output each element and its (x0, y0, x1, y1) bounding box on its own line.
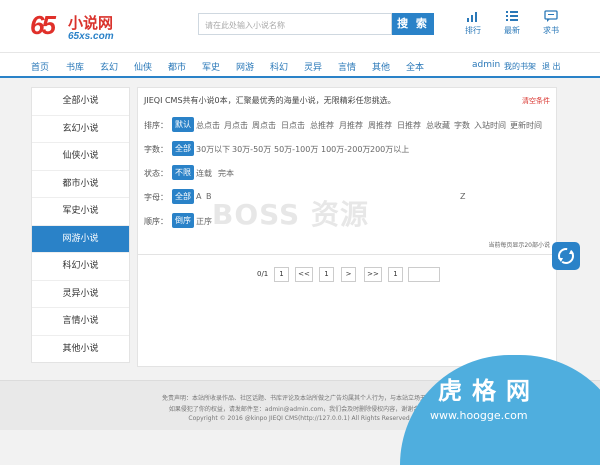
sort-filter-row: 排序： 默认 总点击 月点击 周点击 日点击 总推荐 月推荐 周推荐 日推荐 总… (138, 116, 558, 136)
sort-option[interactable]: 总收藏 (426, 120, 450, 131)
status-option[interactable]: 连载 (196, 168, 212, 179)
refresh-float-button[interactable] (552, 242, 580, 270)
page-button[interactable]: 1 (388, 267, 403, 282)
letter-option[interactable]: Z (460, 192, 465, 201)
nav-item[interactable]: 仙侠 (134, 60, 152, 73)
words-label: 字数： (144, 145, 168, 154)
brand-badge-url: www.hoogge.com (430, 409, 528, 422)
refresh-icon (558, 248, 574, 264)
filter-panel: JIEQI CMS共有小说0本，汇聚最优秀的海量小说，无限精彩任您挑选。 清空条… (137, 87, 557, 255)
page-info: 0/1 (257, 270, 269, 278)
last-page-button[interactable]: >> (364, 267, 382, 282)
page-button[interactable]: 1 (274, 267, 289, 282)
words-option[interactable]: 30万以下 (196, 144, 230, 155)
search-input[interactable]: 请在此处输入小说名称 (198, 13, 392, 35)
sidebar-item-junshi[interactable]: 军史小说 (32, 198, 129, 226)
logo-number: 65 (30, 10, 56, 40)
per-page-info: 当前每页显示20部小说 (488, 242, 550, 249)
words-option[interactable]: 200万以上 (370, 144, 409, 155)
sort-option[interactable]: 更新时间 (510, 120, 542, 131)
letter-option[interactable]: A (196, 192, 201, 201)
logo-title: 小说网 (68, 14, 114, 32)
site-announcement: JIEQI CMS共有小说0本，汇聚最优秀的海量小说，无限精彩任您挑选。 (144, 96, 396, 105)
nav-item[interactable]: 全本 (406, 60, 424, 73)
status-label: 状态： (144, 169, 168, 178)
sort-option[interactable]: 总点击 (196, 120, 220, 131)
sort-option[interactable]: 日推荐 (397, 120, 421, 131)
nav-item[interactable]: 书库 (66, 60, 84, 73)
latest-link[interactable]: 最新 (497, 10, 527, 36)
words-filter-row: 字数： 全部 30万以下 30万-50万 50万-100万 100万-200万 … (138, 140, 558, 160)
next-page-button[interactable]: > (341, 267, 356, 282)
sort-label: 排序： (144, 121, 168, 130)
status-option[interactable]: 完本 (218, 168, 234, 179)
nav-item[interactable]: 玄幻 (100, 60, 118, 73)
letter-label: 字母： (144, 193, 168, 202)
words-option[interactable]: 100万-200万 (321, 144, 370, 155)
logo-domain: 65xs.com (68, 31, 114, 42)
sort-option[interactable]: 月推荐 (339, 120, 363, 131)
nav-item[interactable]: 首页 (31, 60, 49, 73)
status-option[interactable]: 不限 (172, 165, 194, 180)
first-page-button[interactable]: << (295, 267, 313, 282)
words-option[interactable]: 30万-50万 (232, 144, 271, 155)
latest-label: 最新 (504, 26, 520, 35)
sidebar-item-xuanhuan[interactable]: 玄幻小说 (32, 116, 129, 143)
search-button[interactable]: 搜 索 (392, 13, 434, 35)
sort-option[interactable]: 总推荐 (310, 120, 334, 131)
nav-item[interactable]: 军史 (202, 60, 220, 73)
bar-chart-icon (467, 12, 477, 22)
nav-item[interactable]: 网游 (236, 60, 254, 73)
chat-icon (544, 10, 558, 22)
site-header: 65 小说网 65xs.com 请在此处输入小说名称 搜 索 排行 最新 求书 (0, 0, 600, 52)
brand-badge: 虎格网 www.hoogge.com (400, 355, 600, 465)
sort-option[interactable]: 入站时间 (474, 120, 506, 131)
main-nav: 首页 书库 玄幻 仙侠 都市 军史 网游 科幻 灵异 言情 其他 全本 admi… (0, 52, 600, 78)
page-jump-input[interactable] (408, 267, 440, 282)
logout-link[interactable]: 退 出 (542, 61, 561, 72)
words-option[interactable]: 50万-100万 (274, 144, 318, 155)
letter-option[interactable]: 全部 (172, 189, 194, 204)
request-book-label: 求书 (543, 26, 559, 35)
sidebar-item-xianxia[interactable]: 仙侠小说 (32, 143, 129, 171)
sidebar-item-all[interactable]: 全部小说 (32, 88, 129, 116)
page-button[interactable]: 1 (319, 267, 334, 282)
list-icon (506, 11, 518, 21)
order-label: 顺序： (144, 217, 168, 226)
site-logo[interactable]: 65 小说网 65xs.com (30, 8, 120, 44)
request-book-link[interactable]: 求书 (536, 10, 566, 36)
nav-item[interactable]: 言情 (338, 60, 356, 73)
clear-filters-link[interactable]: 清空条件 (522, 96, 550, 106)
nav-item[interactable]: 其他 (372, 60, 390, 73)
sort-option[interactable]: 默认 (172, 117, 194, 132)
status-filter-row: 状态： 不限 连载 完本 (138, 164, 558, 184)
bookshelf-link[interactable]: 我的书架 (504, 61, 536, 72)
brand-badge-title: 虎格网 (438, 377, 540, 405)
nav-item[interactable]: 科幻 (270, 60, 288, 73)
sidebar-item-qita[interactable]: 其他小说 (32, 336, 129, 364)
sort-option[interactable]: 日点击 (281, 120, 305, 131)
sidebar-item-lingyi[interactable]: 灵异小说 (32, 281, 129, 308)
sort-option[interactable]: 周点击 (252, 120, 276, 131)
sort-option[interactable]: 字数 (454, 120, 470, 131)
category-sidebar: 全部小说 玄幻小说 仙侠小说 都市小说 军史小说 网游小说 科幻小说 灵异小说 … (31, 87, 130, 363)
nav-item[interactable]: 灵异 (304, 60, 322, 73)
pagination: 0/1 1 << 1 > >> 1 (137, 255, 557, 367)
order-option[interactable]: 倒序 (172, 213, 194, 228)
words-option[interactable]: 全部 (172, 141, 194, 156)
order-filter-row: 顺序： 倒序 正序 (138, 212, 558, 232)
sidebar-item-dushi[interactable]: 都市小说 (32, 171, 129, 198)
letter-option[interactable]: B (206, 192, 212, 201)
sort-option[interactable]: 月点击 (224, 120, 248, 131)
letter-filter-row: 字母： 全部 A B Z (138, 188, 558, 208)
sidebar-item-wangyou[interactable]: 网游小说 (32, 225, 129, 253)
sort-option[interactable]: 周推荐 (368, 120, 392, 131)
order-option[interactable]: 正序 (196, 216, 212, 227)
ranking-link[interactable]: 排行 (458, 10, 488, 36)
nav-item[interactable]: 都市 (168, 60, 186, 73)
sidebar-item-kehuan[interactable]: 科幻小说 (32, 253, 129, 281)
sidebar-item-yanqing[interactable]: 言情小说 (32, 308, 129, 336)
ranking-label: 排行 (465, 26, 481, 35)
user-name-link[interactable]: admin (472, 60, 500, 70)
